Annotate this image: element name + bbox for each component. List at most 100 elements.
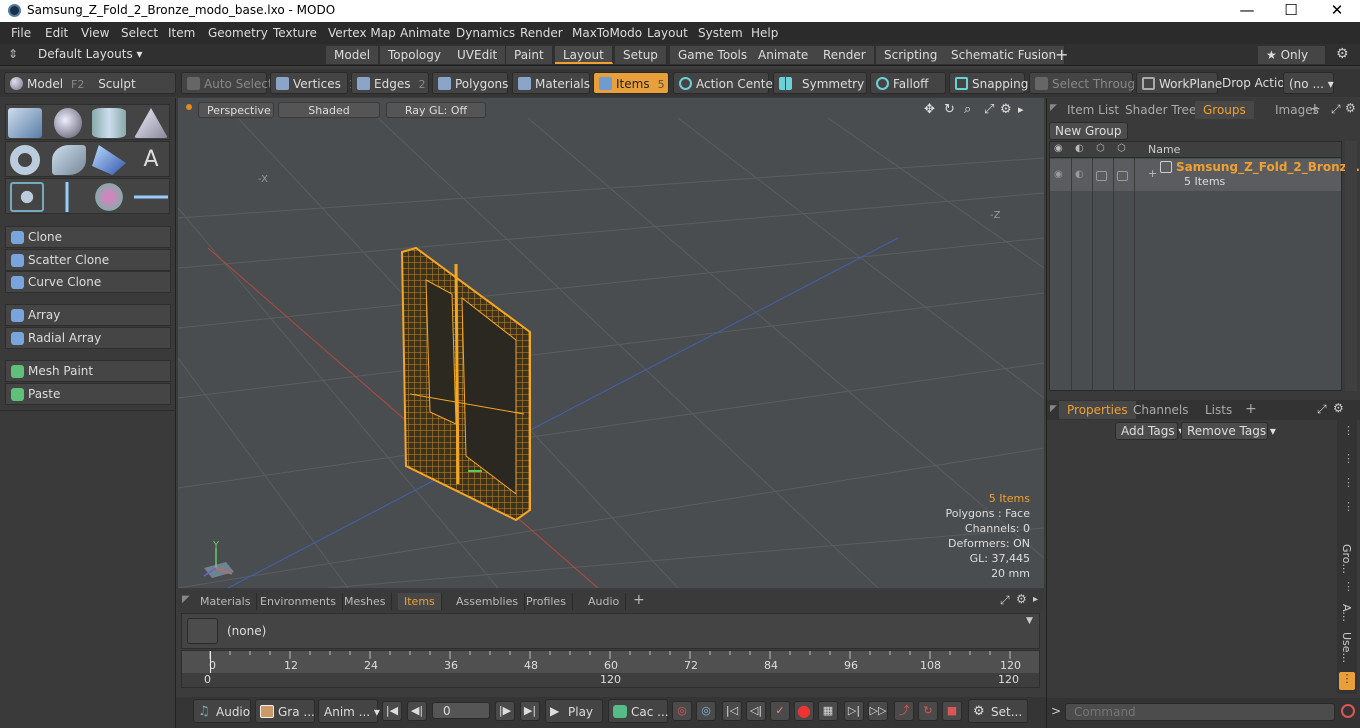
torus-primitive-icon[interactable] [10, 145, 40, 175]
side-dots-icon[interactable]: ⋮ [1343, 580, 1354, 593]
tab-lists[interactable]: Lists [1197, 401, 1240, 419]
edges-button[interactable]: Edges 2 [351, 72, 429, 94]
vertices-button[interactable]: Vertices1 [270, 72, 356, 94]
only-toggle[interactable]: ★ Only [1258, 46, 1326, 64]
menu-file[interactable]: File [11, 26, 31, 40]
panel-gear-icon[interactable]: ⚙ [1016, 592, 1027, 606]
model-mode-button[interactable]: Model F2 Sculpt [4, 72, 176, 94]
expand-plus-icon[interactable]: + [1148, 167, 1157, 180]
expand-icon[interactable]: ⤢ [1331, 102, 1341, 117]
group-row[interactable]: ◉ ◐ + Samsung_Z_Fold_2_Bronz ... 5 Items [1050, 159, 1360, 191]
menu-select[interactable]: Select [121, 26, 158, 40]
radial-array-button[interactable]: Radial Array [5, 327, 171, 349]
materials-button[interactable]: Materials [512, 72, 590, 94]
keyframe-stop-icon[interactable]: ■ [942, 701, 962, 721]
side-label-groups[interactable]: Gro... [1340, 544, 1353, 574]
menu-edit[interactable]: Edit [45, 26, 68, 40]
menu-maxtomodo[interactable]: MaxToModo [572, 26, 642, 40]
side-active-icon[interactable]: ⋮ [1339, 672, 1355, 690]
phone-mesh[interactable] [396, 244, 536, 524]
shading-dropdown[interactable]: Shaded [278, 102, 380, 118]
keyframe-loop-icon[interactable]: ↻ [918, 701, 938, 721]
lock-icon[interactable]: ⬡ [1096, 143, 1105, 154]
new-group-button[interactable]: New Group [1049, 122, 1128, 140]
minimize-button[interactable]: — [1224, 0, 1270, 22]
expand-icon[interactable]: ⤢ [1317, 402, 1327, 417]
skip-key-end-icon[interactable]: ▷▷ [868, 701, 888, 721]
key-icon[interactable]: ✓ [770, 701, 790, 721]
cube-primitive-icon[interactable] [8, 108, 42, 138]
anim-dropdown[interactable]: Anim ... ▾ [318, 699, 380, 723]
scale-tool-icon[interactable] [134, 182, 168, 212]
side-dots-icon[interactable]: ⋮ [1343, 500, 1354, 513]
visibility-eye-icon[interactable]: ◉ [1054, 143, 1063, 154]
default-layouts-dropdown[interactable]: Default Layouts ▾ [38, 47, 143, 61]
select-icon[interactable]: ⬡ [1117, 143, 1126, 154]
text-tool-icon[interactable]: A [134, 145, 168, 175]
row-lock-checkbox[interactable] [1096, 171, 1107, 181]
side-dots-icon[interactable]: ⋮ [1343, 476, 1354, 489]
cache-button[interactable]: Cac ... [608, 699, 669, 723]
next-key-icon[interactable]: |▶ [495, 701, 515, 721]
add-tab-button[interactable]: + [1055, 45, 1068, 64]
symmetry-button[interactable]: Symmetry [773, 72, 867, 94]
tab-groups[interactable]: Groups [1195, 101, 1254, 119]
gear-icon[interactable]: ⚙ [1336, 46, 1349, 62]
remove-tags-button[interactable]: Remove Tags ▾ [1181, 422, 1276, 440]
menu-texture[interactable]: Texture [273, 26, 317, 40]
tab-assemblies[interactable]: Assemblies [450, 593, 526, 610]
menu-system[interactable]: System [698, 26, 743, 40]
tab-setup[interactable]: Setup [615, 46, 667, 64]
play-button[interactable]: ▶ Play [545, 699, 603, 723]
row-eye-icon[interactable]: ◉ [1054, 169, 1063, 180]
mesh-paint-button[interactable]: Mesh Paint [5, 360, 171, 382]
side-dots-icon[interactable]: ⋮ [1343, 424, 1354, 437]
skip-end-icon[interactable]: ▶| [520, 701, 540, 721]
panel-collapse-icon[interactable]: ◤ [1050, 404, 1057, 414]
move-tool-icon[interactable] [50, 182, 84, 212]
tab-environments[interactable]: Environments [254, 593, 343, 610]
tab-profiles[interactable]: Profiles [520, 593, 573, 610]
add-tags-button[interactable]: Add Tags ▾ [1115, 422, 1184, 440]
zoom-icon[interactable]: ⌕ [964, 102, 971, 117]
viewport-gear-icon[interactable]: ⚙ [1000, 102, 1012, 117]
polygons-button[interactable]: Polygons [432, 72, 508, 94]
tab-animate[interactable]: Animate [750, 46, 818, 64]
panel-gear-icon[interactable]: ⚙ [1345, 101, 1356, 115]
array-button[interactable]: Array [5, 304, 171, 326]
skip-start-icon[interactable]: |◀ [382, 701, 402, 721]
close-button[interactable]: ✕ [1314, 0, 1360, 22]
menu-dynamics[interactable]: Dynamics [456, 26, 515, 40]
tab-schematic-fusion[interactable]: Schematic Fusion [943, 46, 1066, 64]
record-icon[interactable]: ● [794, 701, 814, 721]
side-label-use[interactable]: Use... [1340, 632, 1353, 663]
groups-scrollbar[interactable] [1345, 141, 1357, 391]
maximize-view-icon[interactable]: ⤢ [984, 102, 994, 117]
add-tab-icon[interactable]: + [633, 592, 645, 608]
select-through-button[interactable]: Select Through [1029, 72, 1143, 94]
tab-layout[interactable]: Layout [555, 46, 613, 64]
add-tab-icon[interactable]: + [1309, 101, 1321, 117]
row-select-checkbox[interactable] [1117, 171, 1128, 181]
tab-render[interactable]: Render [815, 46, 875, 64]
transform-tool-icon[interactable] [10, 182, 44, 212]
key-prev-icon[interactable]: |◁ [722, 701, 742, 721]
orbit-icon[interactable]: ↻ [944, 102, 955, 117]
3d-viewport[interactable]: Perspective Shaded Ray GL: Off ✥ ↻ ⌕ ⤢ ⚙… [178, 98, 1044, 588]
panel-menu-icon[interactable]: ▸ [1033, 594, 1038, 605]
range-bar[interactable]: 0 120 120 [182, 673, 1039, 687]
menu-animate[interactable]: Animate [400, 26, 450, 40]
cylinder-primitive-icon[interactable] [92, 108, 126, 138]
row-render-icon[interactable]: ◐ [1075, 169, 1084, 180]
raygl-toggle[interactable]: Ray GL: Off [386, 102, 486, 118]
audio-button[interactable]: ♫ Audio [193, 699, 251, 723]
auto-select-button[interactable]: Auto Select [181, 72, 273, 94]
panel-collapse-icon[interactable]: ◤ [182, 594, 190, 605]
menu-geometry[interactable]: Geometry [208, 26, 268, 40]
keyframe-remove-icon[interactable]: ⤴ [894, 701, 914, 721]
key-next-icon[interactable]: ◁| [746, 701, 766, 721]
paste-button[interactable]: Paste [5, 383, 171, 405]
menu-view[interactable]: View [81, 26, 109, 40]
key-filter-icon[interactable]: ▦ [818, 701, 838, 721]
expand-icon[interactable]: ⤢ [1000, 593, 1010, 608]
